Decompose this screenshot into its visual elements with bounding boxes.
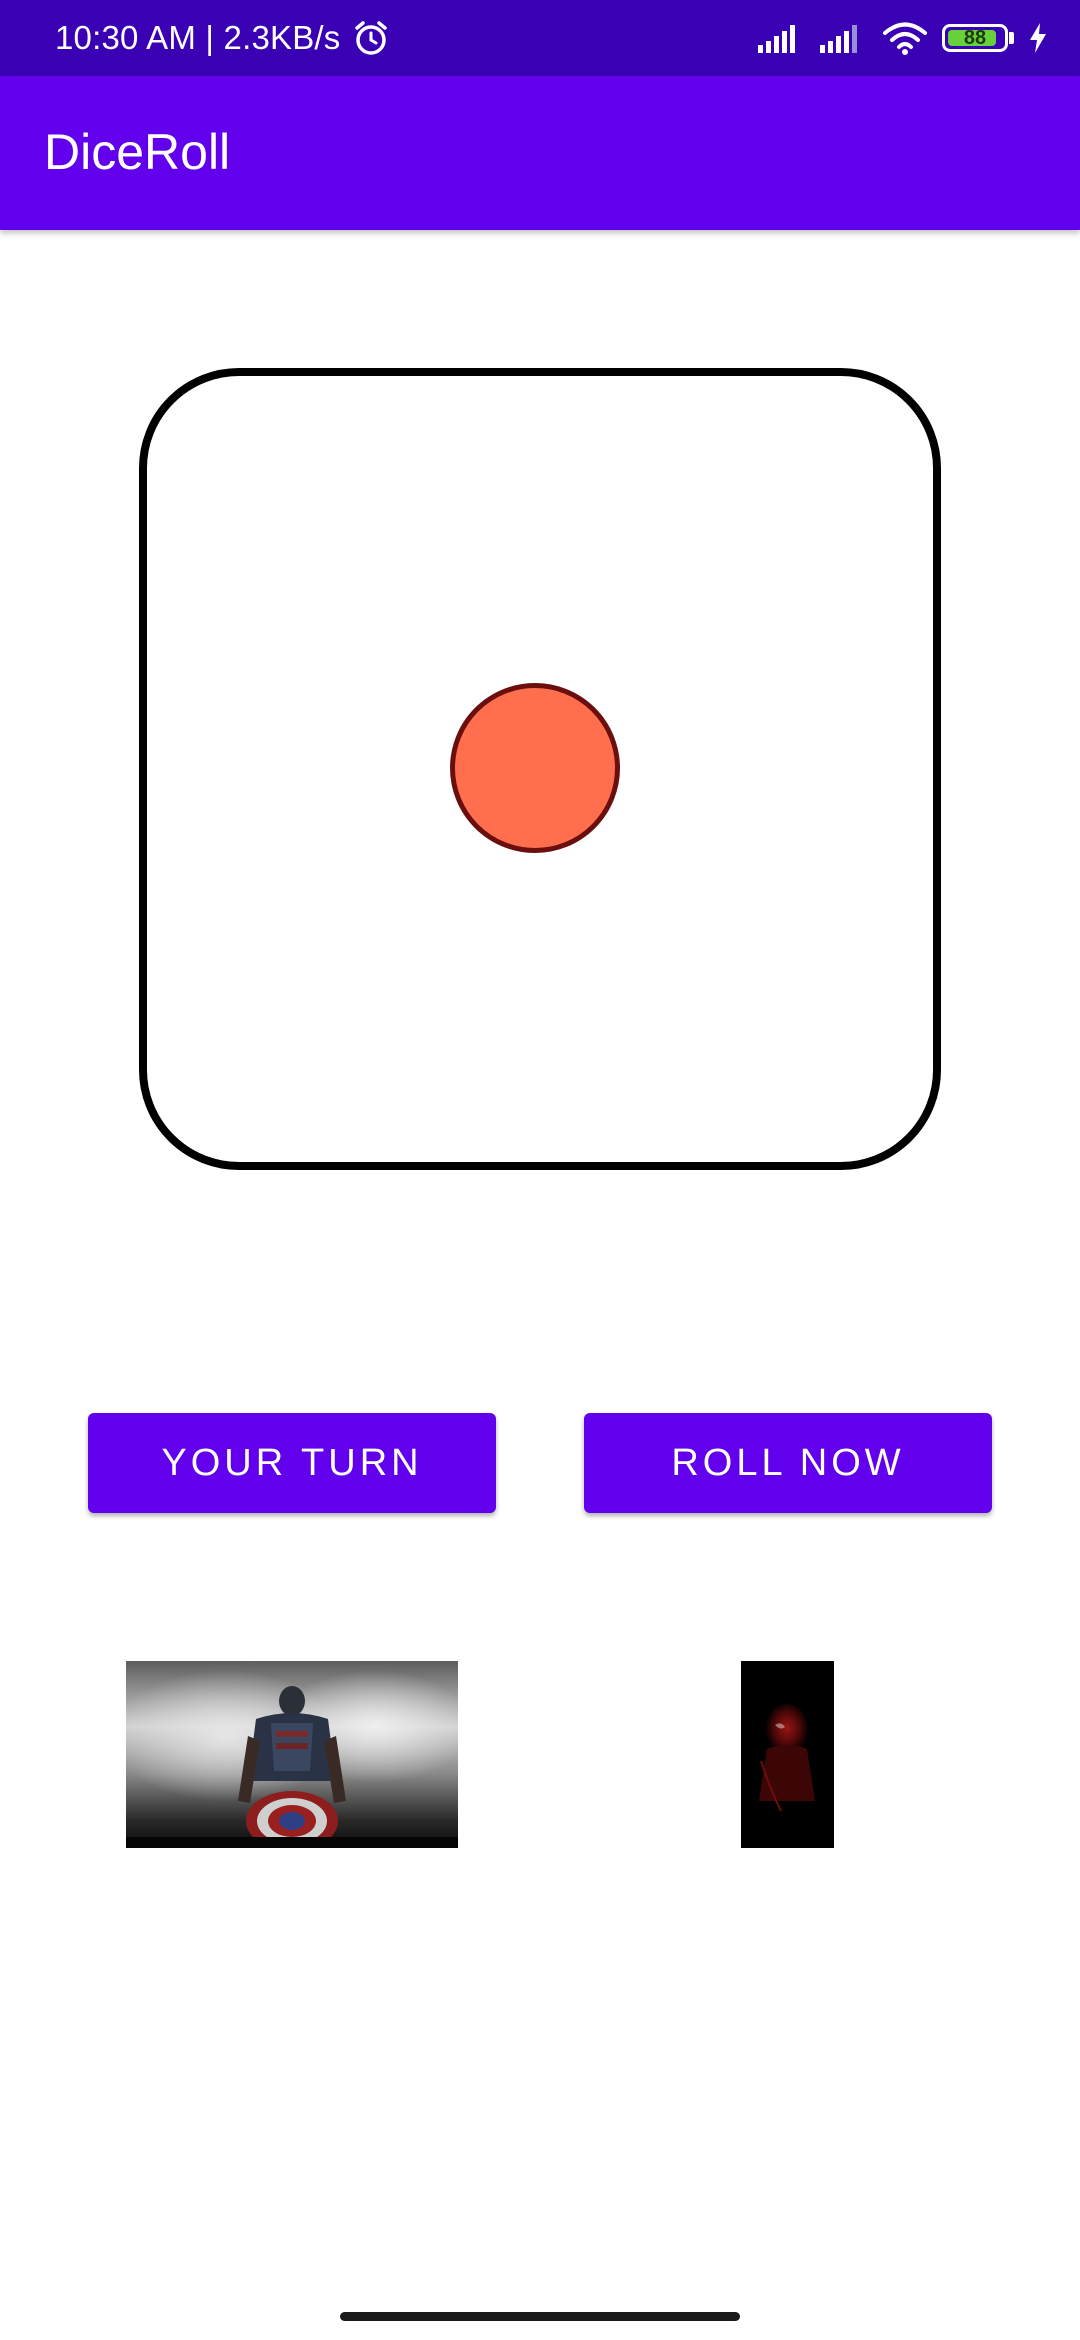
signal-icon xyxy=(758,25,795,53)
app-bar: DiceRoll xyxy=(0,76,1080,230)
status-time: 10:30 AM | 2.3KB/s xyxy=(55,19,341,56)
wifi-icon xyxy=(883,22,927,55)
battery-body: 88 xyxy=(942,24,1008,52)
your-turn-button[interactable]: YOUR TURN xyxy=(88,1413,496,1513)
home-indicator[interactable] xyxy=(340,2312,740,2321)
app-title: DiceRoll xyxy=(44,124,231,180)
roll-now-button[interactable]: ROLL NOW xyxy=(584,1413,992,1513)
battery-icon: 88 xyxy=(942,24,1014,52)
screen: 10:30 AM | 2.3KB/s 88 DiceRoll YOUR TURN… xyxy=(0,0,1080,2340)
captain-america-image xyxy=(126,1661,458,1848)
status-right: 88 xyxy=(758,0,1048,76)
status-left: 10:30 AM | 2.3KB/s xyxy=(55,0,391,76)
battery-tip xyxy=(1009,32,1014,44)
spider-man-image xyxy=(741,1661,834,1848)
status-bar: 10:30 AM | 2.3KB/s 88 xyxy=(0,0,1080,76)
battery-level: 88 xyxy=(963,27,987,49)
dice-pip xyxy=(450,683,620,853)
charging-icon xyxy=(1030,23,1046,53)
signal-icon xyxy=(820,25,857,53)
alarm-icon xyxy=(354,21,387,55)
